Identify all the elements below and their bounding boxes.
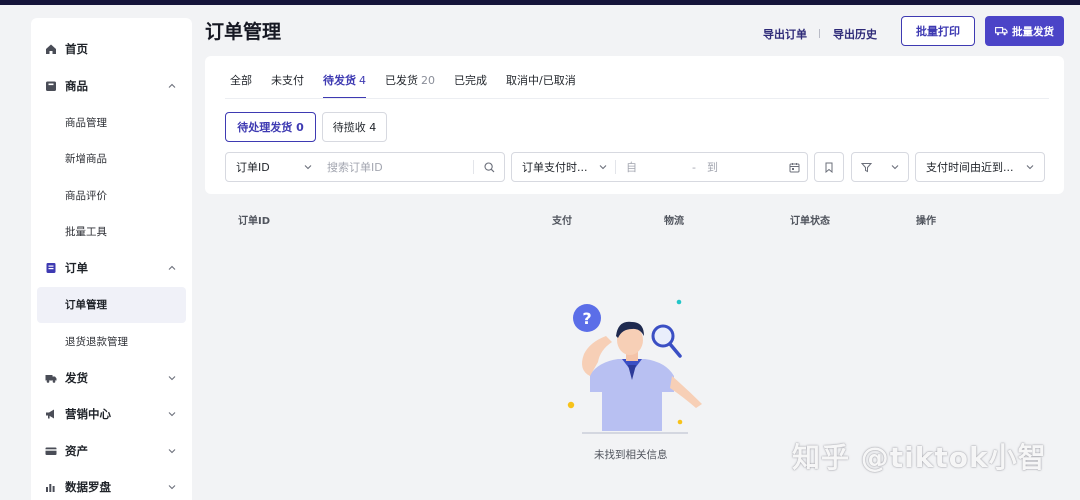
date-range-box: 订单支付时... 自 - 到 (511, 152, 808, 182)
chevron-down-icon[interactable] (168, 374, 176, 382)
tab-to-ship[interactable]: 待发货 4 (323, 72, 366, 99)
truck-icon (995, 27, 1008, 36)
batch-ship-button[interactable]: 批量发货 (985, 16, 1064, 46)
column-header-order-id: 订单ID (238, 216, 271, 227)
sidebar-item-orders[interactable]: 订单 (31, 250, 192, 287)
sidebar-item-label: 数据罗盘 (65, 480, 111, 495)
export-history-link[interactable]: 导出历史 (833, 26, 877, 42)
filter-card: 全部 未支付 待发货 4 已发货 20 已完成 取消中/已取消 待处理发货 0 待揽… (205, 56, 1064, 194)
watermark: 知乎 @tiktok小智 (792, 441, 1047, 474)
sidebar-item-add-product[interactable]: 新增商品 (31, 141, 192, 178)
search-type-value: 订单ID (236, 161, 270, 174)
batch-ship-label: 批量发货 (1012, 25, 1054, 38)
order-search-box: 订单ID 搜索订单ID (225, 152, 505, 182)
sidebar-item-label: 订单 (65, 261, 88, 276)
calendar-icon (789, 162, 799, 172)
filter-icon (861, 162, 873, 172)
tab-all[interactable]: 全部 (230, 72, 252, 98)
search-input[interactable]: 搜索订单ID (320, 159, 473, 175)
calendar-button[interactable] (781, 162, 807, 173)
card-icon (45, 445, 57, 457)
subtab-label: 待处理发货 0 (237, 121, 304, 134)
sidebar: 首页 商品 商品管理 新增商品 商品评价 批量工具 订单 订单管理 退货退款管理… (31, 18, 192, 500)
tab-label: 全部 (230, 74, 252, 87)
status-tabs: 全部 未支付 待发货 4 已发货 20 已完成 取消中/已取消 (230, 72, 595, 99)
chevron-up-icon[interactable] (168, 82, 176, 90)
chevron-down-icon[interactable] (168, 447, 176, 455)
tab-label: 待发货 (323, 74, 356, 87)
home-icon (45, 43, 57, 55)
sidebar-item-label: 发货 (65, 370, 88, 385)
search-icon (483, 161, 494, 172)
tab-completed[interactable]: 已完成 (454, 72, 487, 98)
sidebar-item-assets[interactable]: 资产 (31, 433, 192, 470)
sidebar-item-returns-refunds[interactable]: 退货退款管理 (31, 323, 192, 360)
search-type-select[interactable]: 订单ID (226, 159, 320, 175)
sidebar-item-label: 商品 (65, 78, 88, 93)
chevron-down-icon (304, 165, 312, 170)
column-header-logistics: 物流 (664, 216, 684, 227)
sidebar-item-marketing[interactable]: 营销中心 (31, 396, 192, 433)
tab-count: 20 (421, 74, 435, 87)
empty-state-illustration: ? (560, 296, 710, 436)
date-type-value: 订单支付时... (522, 161, 588, 174)
product-icon (45, 80, 57, 92)
chevron-down-icon (891, 165, 899, 170)
date-from-input[interactable]: 自 (616, 159, 692, 175)
sidebar-item-data-compass[interactable]: 数据罗盘 (31, 469, 192, 500)
sidebar-item-label: 营销中心 (65, 407, 111, 422)
tab-shipped[interactable]: 已发货 20 (385, 72, 435, 98)
sort-select[interactable]: 支付时间由近到... (915, 152, 1045, 182)
tab-label: 未支付 (271, 74, 304, 87)
chevron-down-icon[interactable] (168, 483, 176, 491)
chevron-down-icon (599, 165, 607, 170)
tab-label: 已完成 (454, 74, 487, 87)
truck-icon (45, 372, 57, 384)
sidebar-item-order-management[interactable]: 订单管理 (37, 286, 186, 323)
sort-value: 支付时间由近到... (926, 161, 1014, 174)
chevron-up-icon[interactable] (168, 264, 176, 272)
sidebar-item-label: 资产 (65, 443, 88, 458)
bookmark-button[interactable] (814, 152, 844, 182)
svg-text:?: ? (582, 309, 591, 328)
chevron-down-icon[interactable] (168, 410, 176, 418)
subtab-pending-ship[interactable]: 待处理发货 0 (225, 112, 316, 142)
date-dash: - (692, 160, 696, 174)
tab-label: 已发货 (385, 74, 418, 87)
column-header-actions: 操作 (916, 216, 936, 227)
chevron-down-icon (1026, 165, 1034, 170)
date-to-input[interactable]: 到 (707, 159, 781, 175)
tab-count: 4 (359, 74, 366, 87)
search-button[interactable] (474, 161, 504, 173)
chart-icon (45, 481, 57, 493)
empty-state-text: 未找到相关信息 (594, 449, 668, 461)
tab-label: 取消中/已取消 (506, 74, 576, 87)
batch-print-label: 批量打印 (916, 25, 960, 38)
megaphone-icon (45, 408, 57, 420)
sidebar-item-home[interactable]: 首页 (31, 31, 192, 68)
page-title: 订单管理 (205, 21, 282, 43)
sidebar-item-products[interactable]: 商品 (31, 68, 192, 105)
sidebar-item-product-reviews[interactable]: 商品评价 (31, 177, 192, 214)
column-header-payment: 支付 (552, 216, 572, 227)
sidebar-item-product-management[interactable]: 商品管理 (31, 104, 192, 141)
sidebar-item-batch-tools[interactable]: 批量工具 (31, 214, 192, 251)
column-header-order-status: 订单状态 (790, 216, 830, 227)
order-icon (45, 262, 57, 274)
filter-button[interactable] (851, 152, 909, 182)
subtab-label: 待揽收 4 (332, 121, 377, 134)
subtab-awaiting-pickup[interactable]: 待揽收 4 (322, 112, 387, 142)
sidebar-item-shipping[interactable]: 发货 (31, 360, 192, 397)
tab-cancelled[interactable]: 取消中/已取消 (506, 72, 576, 98)
tabs-divider (225, 98, 1049, 99)
top-bar (0, 0, 1080, 5)
date-type-select[interactable]: 订单支付时... (512, 159, 615, 175)
bookmark-icon (825, 162, 833, 173)
batch-print-button[interactable]: 批量打印 (901, 16, 975, 46)
export-orders-link[interactable]: 导出订单 (763, 26, 807, 42)
sidebar-item-label: 首页 (65, 42, 88, 57)
header-divider (819, 29, 820, 38)
tab-unpaid[interactable]: 未支付 (271, 72, 304, 98)
